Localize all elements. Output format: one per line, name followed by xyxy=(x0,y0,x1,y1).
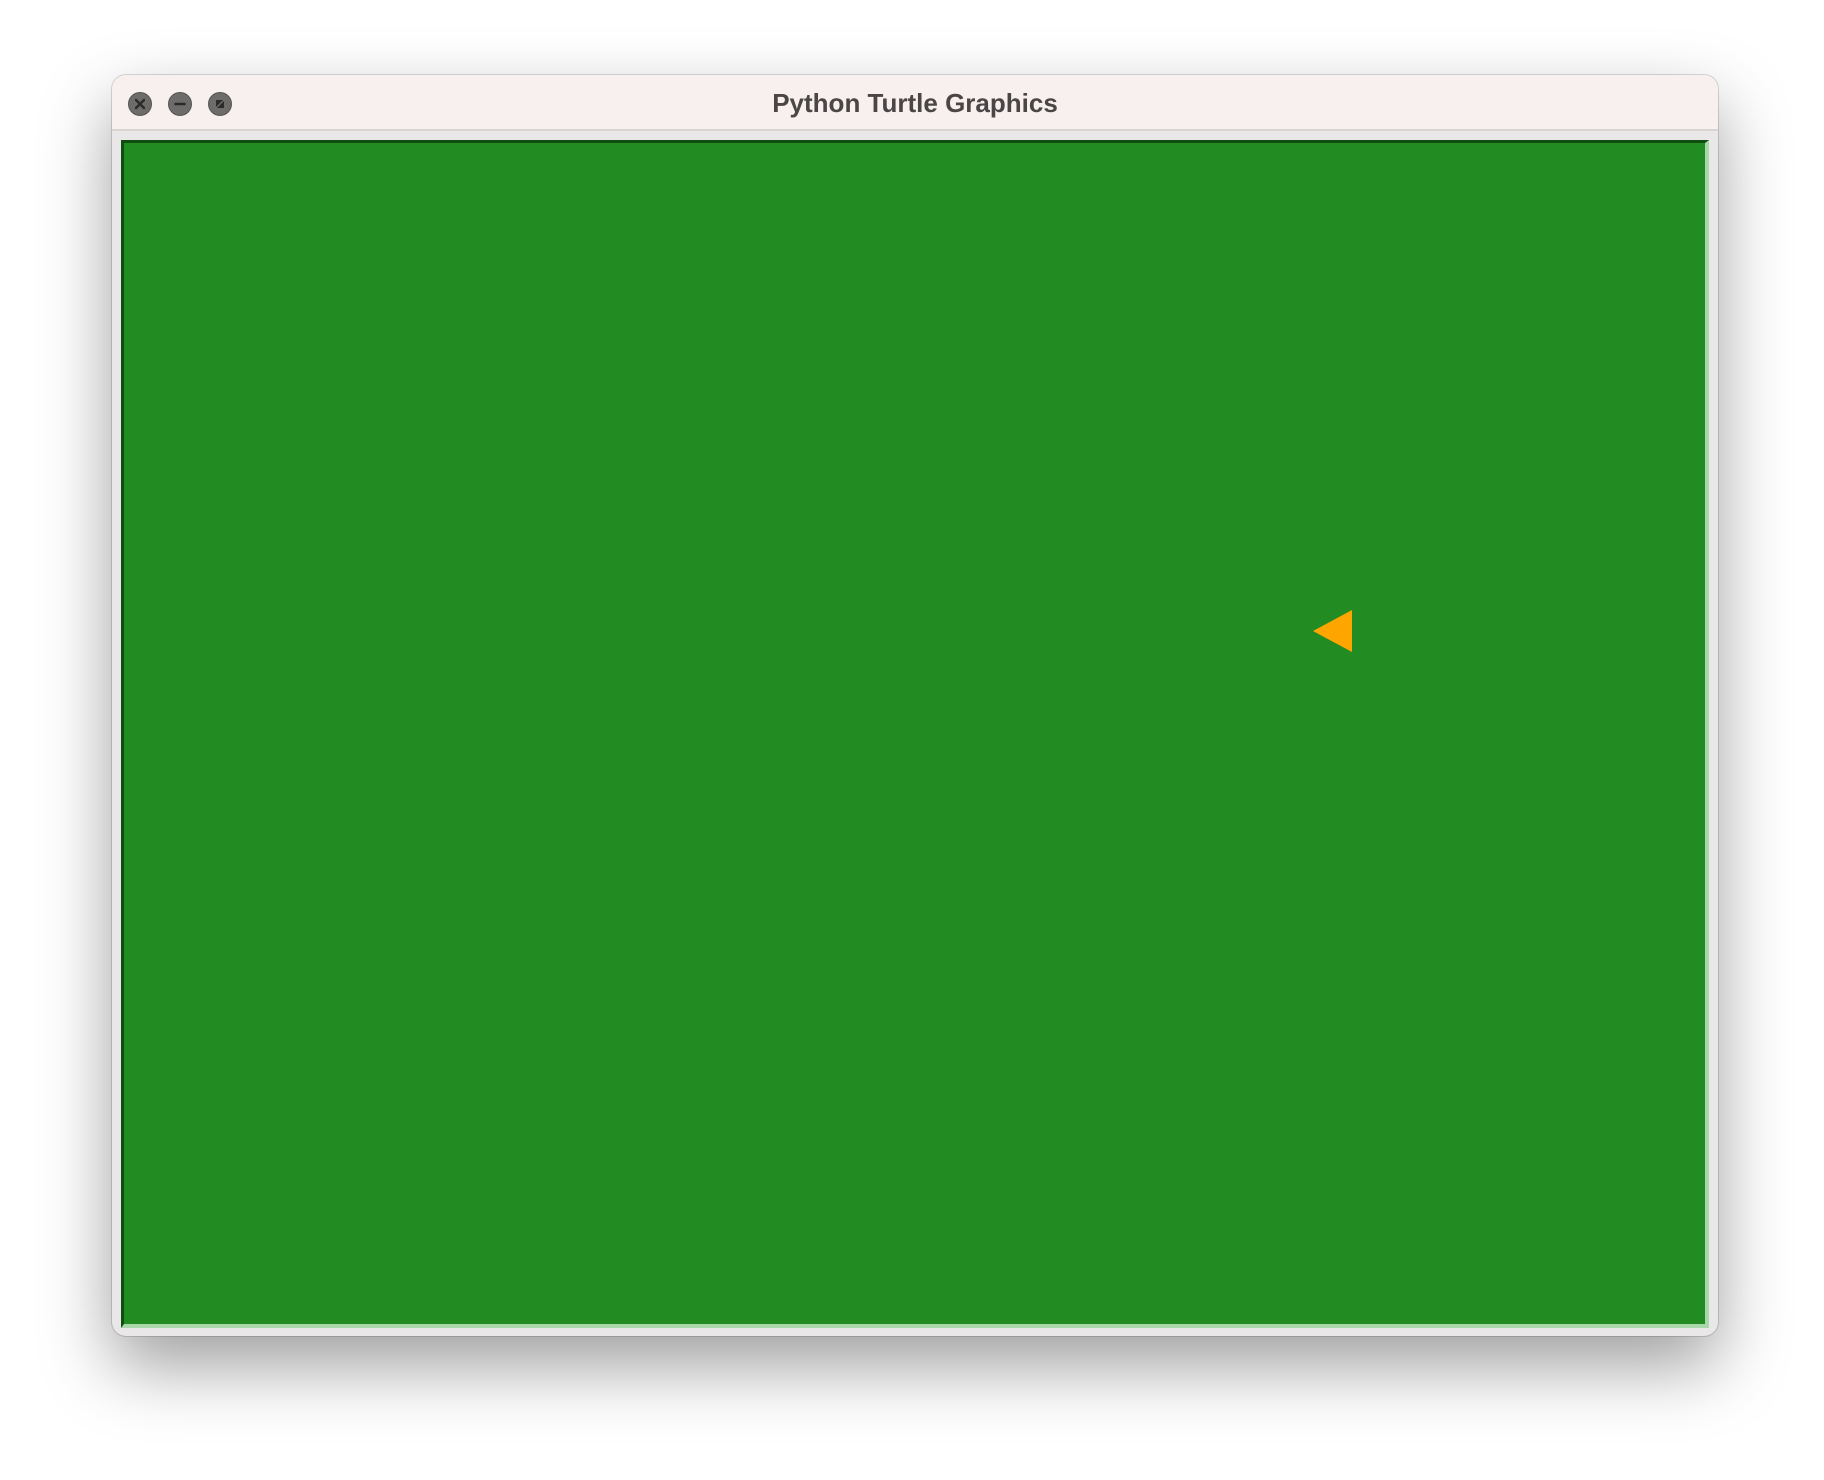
title-bar[interactable]: Python Turtle Graphics xyxy=(112,75,1718,131)
turtle-window: Python Turtle Graphics xyxy=(112,75,1718,1336)
window-title: Python Turtle Graphics xyxy=(772,88,1058,118)
turtle-arrow-icon xyxy=(1313,610,1352,652)
turtle-canvas[interactable] xyxy=(121,140,1709,1328)
